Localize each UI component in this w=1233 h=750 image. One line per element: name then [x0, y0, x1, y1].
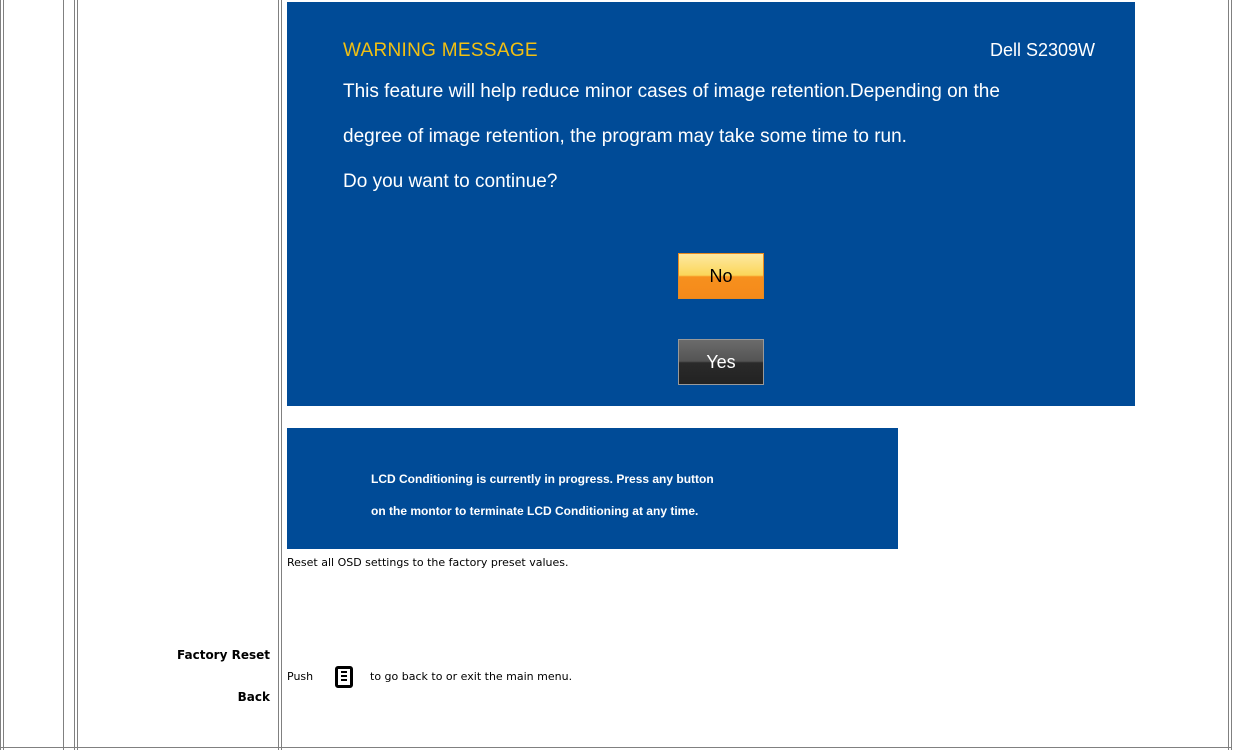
- warning-dialog: WARNING MESSAGE Dell S2309W This feature…: [287, 2, 1135, 406]
- warning-question: Do you want to continue?: [343, 171, 558, 192]
- menu-button-icon: [335, 666, 353, 688]
- column-divider-1b: [74, 0, 75, 750]
- yes-button[interactable]: Yes: [678, 339, 764, 385]
- warning-title: WARNING MESSAGE: [343, 40, 538, 61]
- progress-text-line: on the montor to terminate LCD Condition…: [371, 504, 699, 518]
- column-divider-2b: [281, 0, 282, 750]
- no-button[interactable]: No: [678, 253, 764, 299]
- table-border-right: [1228, 0, 1229, 750]
- table-border-left: [0, 0, 1, 750]
- column-divider-1c: [77, 0, 78, 750]
- back-description: to go back to or exit the main menu.: [370, 670, 573, 683]
- column-divider-1: [63, 0, 64, 750]
- column-divider-2: [278, 0, 279, 750]
- table-border-right-outer: [1231, 0, 1232, 750]
- table-border-left-inner: [3, 0, 4, 750]
- factory-reset-label: Factory Reset: [177, 648, 270, 662]
- progress-text-line: LCD Conditioning is currently in progres…: [371, 472, 714, 486]
- factory-reset-description: Reset all OSD settings to the factory pr…: [287, 556, 569, 569]
- progress-banner: LCD Conditioning is currently in progres…: [287, 428, 898, 549]
- table-border-bottom: [0, 747, 1232, 748]
- monitor-model: Dell S2309W: [989, 40, 1095, 60]
- back-label: Back: [237, 690, 270, 704]
- back-push-word: Push: [287, 670, 314, 683]
- warning-text-line: degree of image retention, the program m…: [343, 126, 907, 147]
- warning-text-line: This feature will help reduce minor case…: [343, 81, 1000, 102]
